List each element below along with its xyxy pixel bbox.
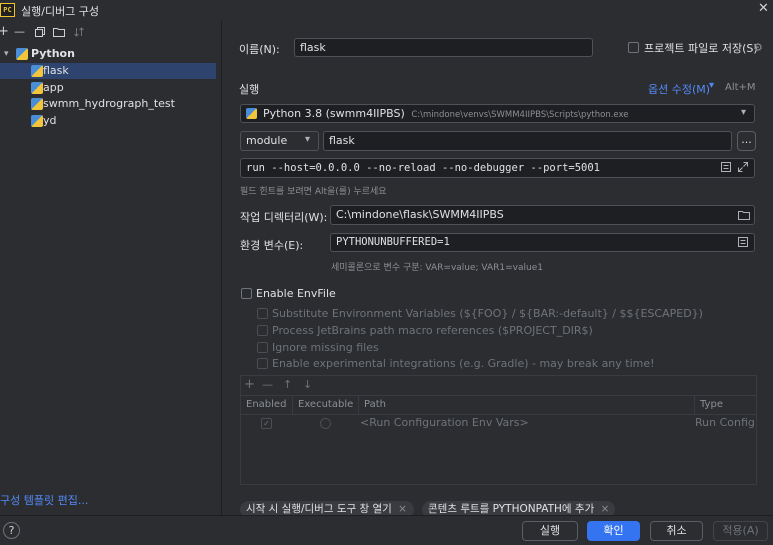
row-path: <Run Configuration Env Vars> (360, 416, 529, 429)
add-configuration-button[interactable]: + (0, 25, 9, 38)
maximize-icon[interactable] (738, 162, 748, 172)
modify-options-shortcut: Alt+M (725, 82, 756, 93)
python-icon (246, 108, 257, 119)
tree-item-swmm-hydrograph-test[interactable]: swmm_hydrograph_test (0, 96, 216, 112)
row-type: Run Config (695, 416, 755, 429)
table-row[interactable]: ✓ <Run Configuration Env Vars> Run Confi… (241, 415, 756, 432)
interpreter-select[interactable]: Python 3.8 (swmm4IIPBS) C:\mindone\venvs… (240, 104, 755, 123)
help-button[interactable]: ? (3, 522, 20, 539)
run-section-title: 실행 (239, 83, 260, 96)
python-icon (31, 65, 43, 77)
folder-icon[interactable] (738, 210, 750, 220)
add-env-file-button[interactable]: + (244, 377, 255, 392)
sort-icon[interactable] (74, 27, 84, 37)
remove-env-file-button[interactable]: — (262, 378, 273, 391)
copy-icon[interactable] (35, 27, 45, 37)
python-icon (31, 98, 43, 110)
tree-item-yd[interactable]: yd (0, 113, 216, 129)
tree-item-label: app (43, 81, 64, 94)
tree-item-flask[interactable]: flask (0, 63, 216, 79)
tag-label: 시작 시 실행/디버그 도구 창 열기 (246, 503, 392, 515)
experimental-integrations-checkbox[interactable] (257, 358, 268, 369)
script-parameters-field[interactable]: run --host=0.0.0.0 --no-reload --no-debu… (240, 158, 755, 178)
chevron-down-icon[interactable]: ▾ (741, 107, 746, 118)
column-header-enabled[interactable]: Enabled (241, 396, 293, 414)
substitute-env-vars-checkbox[interactable] (257, 308, 268, 319)
tree-item-label: yd (43, 114, 57, 127)
working-directory-field[interactable]: C:\mindone\flask\SWMM4IIPBS (330, 205, 755, 225)
tag-label: 콘텐츠 루트를 PYTHONPATH에 추가 (428, 503, 595, 515)
row-executable-checkbox[interactable] (320, 418, 331, 429)
interpreter-path: C:\mindone\venvs\SWMM4IIPBS\Scripts\pyth… (411, 110, 629, 120)
substitute-env-vars-label: Substitute Environment Variables (${FOO}… (272, 307, 703, 320)
interpreter-name: Python 3.8 (swmm4IIPBS) (263, 107, 405, 120)
run-button[interactable]: 실행 (522, 521, 578, 541)
close-icon[interactable]: ✕ (758, 1, 769, 16)
process-macros-label: Process JetBrains path macro references … (272, 324, 593, 337)
column-header-path[interactable]: Path (359, 396, 695, 414)
tree-item-app[interactable]: app (0, 80, 216, 96)
enable-envfile-checkbox[interactable] (241, 288, 252, 299)
tree-item-label: flask (43, 64, 69, 77)
target-type-value: module (246, 134, 288, 147)
edit-templates-link[interactable]: 구성 템플릿 편집... (0, 492, 88, 508)
experimental-integrations-label: Enable experimental integrations (e.g. G… (272, 357, 655, 370)
ignore-missing-files-label: Ignore missing files (272, 341, 379, 354)
cancel-button[interactable]: 취소 (650, 521, 703, 541)
column-header-executable[interactable]: Executable (293, 396, 359, 414)
name-field[interactable]: flask (294, 38, 593, 57)
apply-button[interactable]: 적용(A) (713, 521, 768, 541)
parameters-hint: 필드 힌트를 보려면 Alt을(를) 누르세요 (240, 187, 387, 197)
chevron-down-icon[interactable]: ▾ (305, 134, 310, 145)
ignore-missing-files-checkbox[interactable] (257, 342, 268, 353)
close-icon[interactable]: × (601, 503, 610, 515)
expand-editor-icon[interactable] (721, 162, 731, 172)
gear-icon[interactable]: ⚙ (753, 41, 763, 54)
title-bar (0, 0, 773, 20)
module-name-field[interactable]: flask (323, 131, 732, 151)
pycharm-app-icon: PC (0, 3, 15, 17)
python-icon (16, 48, 28, 60)
environment-variables-field[interactable]: PYTHONUNBUFFERED=1 (330, 233, 755, 252)
tree-item-label: swmm_hydrograph_test (43, 97, 175, 110)
working-directory-label: 작업 디렉터리(W): (240, 211, 328, 224)
python-icon (31, 115, 43, 127)
modify-options-link[interactable]: 옵션 수정(M) (648, 81, 710, 97)
python-icon (31, 82, 43, 94)
store-as-project-file-label: 프로젝트 파일로 저장(S) (644, 42, 758, 55)
chevron-down-icon[interactable]: ▾ (4, 46, 9, 62)
tree-group-python[interactable]: ▾ Python (0, 46, 216, 62)
edit-variables-icon[interactable] (738, 237, 748, 247)
store-as-project-file-checkbox[interactable] (628, 42, 639, 53)
enable-envfile-label: Enable EnvFile (256, 287, 336, 300)
row-enabled-checkbox[interactable]: ✓ (261, 418, 272, 429)
move-up-button[interactable]: ↑ (283, 378, 292, 391)
move-down-button[interactable]: ↓ (303, 378, 312, 391)
process-macros-checkbox[interactable] (257, 325, 268, 336)
environment-variables-label: 환경 변수(E): (240, 239, 304, 252)
environment-variables-hint: 세미콜론으로 변수 구분: VAR=value; VAR1=value1 (331, 263, 543, 273)
window-title: 실행/디버그 구성 (21, 5, 100, 18)
remove-configuration-button[interactable]: — (14, 26, 25, 38)
close-icon[interactable]: × (398, 503, 407, 515)
ok-button[interactable]: 확인 (587, 521, 640, 541)
name-label: 이름(N): (239, 43, 280, 56)
browse-button[interactable]: ... (737, 131, 756, 151)
chevron-down-icon[interactable]: ▾ (709, 80, 714, 91)
tree-group-label: Python (31, 47, 75, 60)
folder-icon[interactable] (53, 27, 65, 37)
column-header-type[interactable]: Type (695, 396, 756, 414)
